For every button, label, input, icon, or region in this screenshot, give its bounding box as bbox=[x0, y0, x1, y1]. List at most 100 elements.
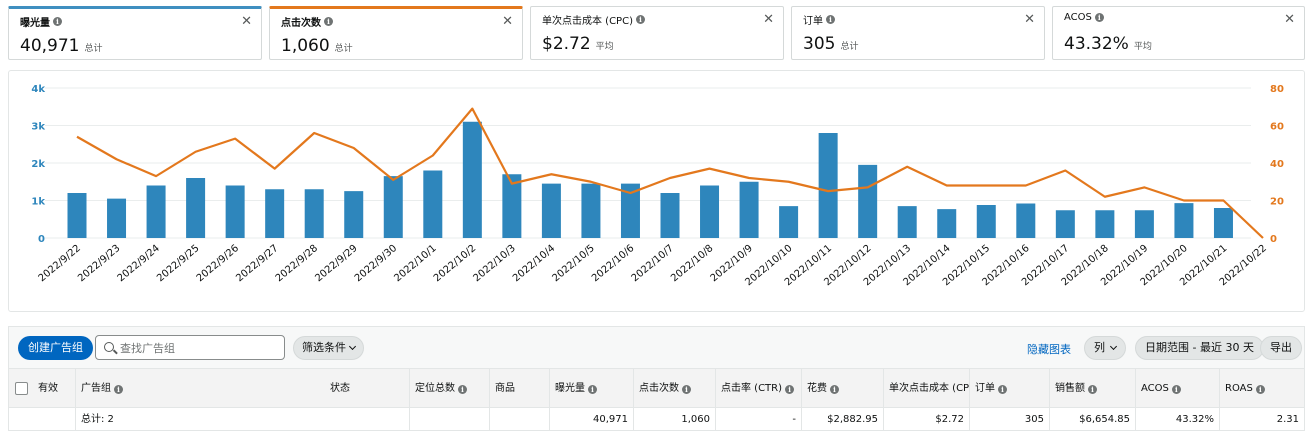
header-status[interactable]: 状态 bbox=[325, 369, 409, 409]
columns-button[interactable]: 列 bbox=[1084, 336, 1126, 360]
date-range-button[interactable]: 日期范围 - 最近 30 天 bbox=[1135, 336, 1264, 360]
x-tick-label: 2022/9/28 bbox=[274, 243, 320, 284]
metric-card-acos[interactable]: ACOS i ✕ 43.32% 平均 bbox=[1052, 6, 1305, 60]
bar bbox=[67, 193, 87, 238]
bar bbox=[1016, 203, 1036, 238]
total-orders: 305 bbox=[969, 408, 1049, 431]
filter-button[interactable]: 筛选条件 bbox=[293, 336, 364, 360]
bar bbox=[146, 185, 166, 238]
header-label: 定位总数 bbox=[415, 383, 455, 394]
close-icon[interactable]: ✕ bbox=[763, 13, 774, 26]
header-label: 广告组 bbox=[81, 383, 111, 394]
bar bbox=[225, 185, 245, 238]
header-cpc[interactable]: 单次点击成本 (CPC) bbox=[883, 369, 969, 409]
metric-card-value: 1,060 bbox=[281, 36, 330, 56]
bar bbox=[462, 121, 482, 238]
metric-card-sub: 平均 bbox=[1133, 42, 1152, 52]
bar bbox=[897, 206, 917, 238]
header-orders[interactable]: 订单 i bbox=[969, 369, 1049, 409]
chevron-down-icon bbox=[348, 342, 357, 351]
info-icon[interactable]: i bbox=[1255, 384, 1265, 394]
total-impressions: 40,971 bbox=[549, 408, 633, 431]
header-label: 单次点击成本 (CPC) bbox=[889, 383, 969, 394]
metric-card-clicks[interactable]: 点击次数 i ✕ 1,060 总计 bbox=[269, 6, 523, 60]
info-icon[interactable]: i bbox=[682, 384, 691, 394]
header-label: ROAS bbox=[1225, 383, 1253, 394]
info-icon[interactable]: i bbox=[1171, 384, 1181, 394]
header-spend[interactable]: 花费 i bbox=[801, 369, 883, 409]
metric-card-value: 305 bbox=[803, 34, 836, 54]
chevron-down-icon bbox=[1109, 342, 1118, 351]
y-right-tick-label: 80 bbox=[1270, 84, 1284, 95]
create-ad-group-button[interactable]: 创建广告组 bbox=[18, 336, 93, 360]
y-left-tick-label: 3k bbox=[31, 122, 45, 133]
header-ctr[interactable]: 点击率 (CTR) i bbox=[715, 369, 801, 409]
search-icon bbox=[104, 342, 114, 352]
bar bbox=[779, 206, 799, 238]
info-icon[interactable]: i bbox=[998, 384, 1007, 394]
info-icon[interactable]: i bbox=[830, 384, 839, 394]
total-roas: 2.31 bbox=[1219, 408, 1304, 431]
header-label: 点击率 (CTR) bbox=[721, 383, 783, 394]
info-icon[interactable]: i bbox=[53, 17, 62, 26]
info-icon[interactable]: i bbox=[785, 384, 795, 394]
total-targets bbox=[409, 408, 489, 431]
info-icon[interactable]: i bbox=[635, 15, 645, 24]
metric-card-sub: 平均 bbox=[595, 42, 614, 52]
header-label: 订单 bbox=[975, 383, 995, 394]
bar bbox=[383, 176, 403, 238]
metric-cards: 曝光量 i ✕ 40,971 总计 点击次数 i ✕ 1,060 总计 单次点击成本 (… bbox=[8, 6, 1305, 60]
info-icon[interactable]: i bbox=[324, 17, 333, 26]
bar bbox=[265, 189, 285, 238]
close-icon[interactable]: ✕ bbox=[241, 15, 252, 28]
bar bbox=[304, 189, 324, 238]
metric-card-orders[interactable]: 订单 i ✕ 305 总计 bbox=[791, 6, 1045, 60]
header-sales[interactable]: 销售额 i bbox=[1049, 369, 1135, 409]
header-active[interactable]: 有效 bbox=[33, 369, 75, 409]
metric-card-cpc[interactable]: 单次点击成本 (CPC) i ✕ $2.72 平均 bbox=[530, 6, 784, 60]
header-label: 曝光量 bbox=[555, 383, 585, 394]
header-products[interactable]: 商品 bbox=[489, 369, 549, 409]
metric-card-impressions[interactable]: 曝光量 i ✕ 40,971 总计 bbox=[8, 6, 262, 60]
bar bbox=[739, 181, 759, 238]
info-icon[interactable]: i bbox=[1094, 13, 1104, 22]
total-ctr: - bbox=[715, 408, 801, 431]
header-ad-group[interactable]: 广告组 i bbox=[75, 369, 325, 409]
x-tick-label: 2022/9/22 bbox=[37, 243, 83, 284]
bar bbox=[858, 164, 878, 238]
x-tick-label: 2022/10/4 bbox=[511, 243, 557, 284]
total-spend: $2,882.95 bbox=[801, 408, 883, 431]
header-clicks[interactable]: 点击次数 i bbox=[633, 369, 715, 409]
hide-chart-link[interactable]: 隐藏图表 bbox=[1027, 341, 1071, 357]
select-all-checkbox[interactable] bbox=[15, 382, 28, 395]
info-icon[interactable]: i bbox=[114, 384, 123, 394]
header-impressions[interactable]: 曝光量 i bbox=[549, 369, 633, 409]
metric-card-sub: 总计 bbox=[840, 42, 859, 52]
total-clicks: 1,060 bbox=[633, 408, 715, 431]
bar bbox=[423, 170, 443, 238]
info-icon[interactable]: i bbox=[588, 384, 597, 394]
x-tick-label: 2022/9/30 bbox=[353, 243, 399, 284]
search-box[interactable] bbox=[95, 335, 285, 360]
bar bbox=[186, 178, 206, 238]
export-button[interactable]: 导出 bbox=[1260, 336, 1302, 360]
info-icon[interactable]: i bbox=[1088, 384, 1097, 394]
x-tick-label: 2022/9/26 bbox=[195, 243, 241, 284]
x-tick-label: 2022/10/1 bbox=[392, 243, 438, 284]
bar bbox=[660, 193, 680, 238]
bar bbox=[1134, 210, 1154, 238]
bar bbox=[1055, 210, 1075, 238]
close-icon[interactable]: ✕ bbox=[502, 15, 513, 28]
header-label: 销售额 bbox=[1055, 383, 1085, 394]
header-targets[interactable]: 定位总数 i bbox=[409, 369, 489, 409]
info-icon[interactable]: i bbox=[826, 15, 835, 24]
total-sales: $6,654.85 bbox=[1049, 408, 1135, 431]
info-icon[interactable]: i bbox=[458, 384, 467, 394]
header-roas[interactable]: ROAS i bbox=[1219, 369, 1304, 409]
header-label: 花费 bbox=[807, 383, 827, 394]
bar bbox=[1174, 203, 1194, 238]
search-input[interactable] bbox=[120, 340, 280, 356]
header-acos[interactable]: ACOS i bbox=[1135, 369, 1219, 409]
close-icon[interactable]: ✕ bbox=[1024, 13, 1035, 26]
close-icon[interactable]: ✕ bbox=[1284, 13, 1295, 26]
